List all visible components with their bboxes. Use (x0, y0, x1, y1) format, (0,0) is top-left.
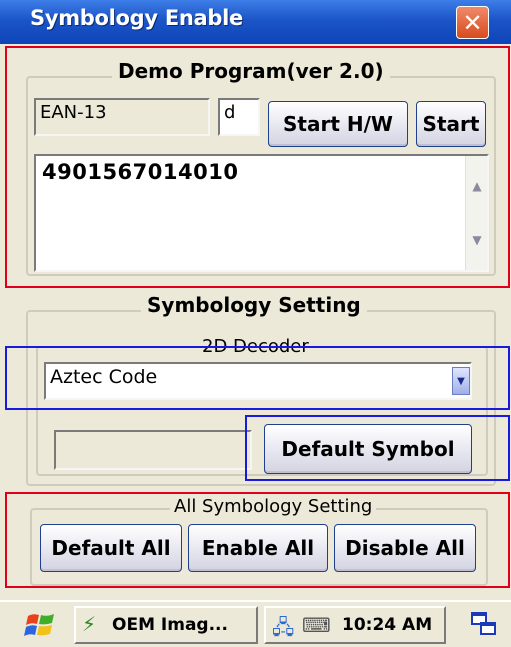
annotation-box-demo (5, 46, 510, 288)
title-bar: Symbology Enable ✕ (0, 0, 511, 44)
keyboard-icon[interactable]: ⌨ (302, 613, 331, 637)
symbology-setting-label: Symbology Setting (141, 293, 367, 317)
clock: 10:24 AM (342, 615, 433, 635)
annotation-box-decoder (5, 346, 510, 410)
close-icon: ✕ (462, 8, 483, 37)
taskbar: ⚡ OEM Imag... 🖧 ⌨ 10:24 AM (0, 600, 511, 647)
taskbar-app-button[interactable]: ⚡ OEM Imag... (74, 606, 258, 644)
window-title: Symbology Enable (30, 6, 243, 30)
show-desktop-icon[interactable] (470, 610, 498, 638)
close-button[interactable]: ✕ (456, 6, 489, 39)
taskbar-app-label: OEM Imag... (112, 615, 228, 635)
symbol-status-field (54, 430, 252, 470)
network-icon[interactable]: 🖧 (272, 613, 294, 647)
annotation-box-default-symbol (245, 415, 510, 481)
annotation-box-all-setting (5, 492, 510, 588)
app-icon: ⚡ (82, 612, 97, 636)
windows-flag-icon[interactable] (24, 610, 58, 640)
system-tray: 🖧 ⌨ 10:24 AM (264, 606, 446, 644)
